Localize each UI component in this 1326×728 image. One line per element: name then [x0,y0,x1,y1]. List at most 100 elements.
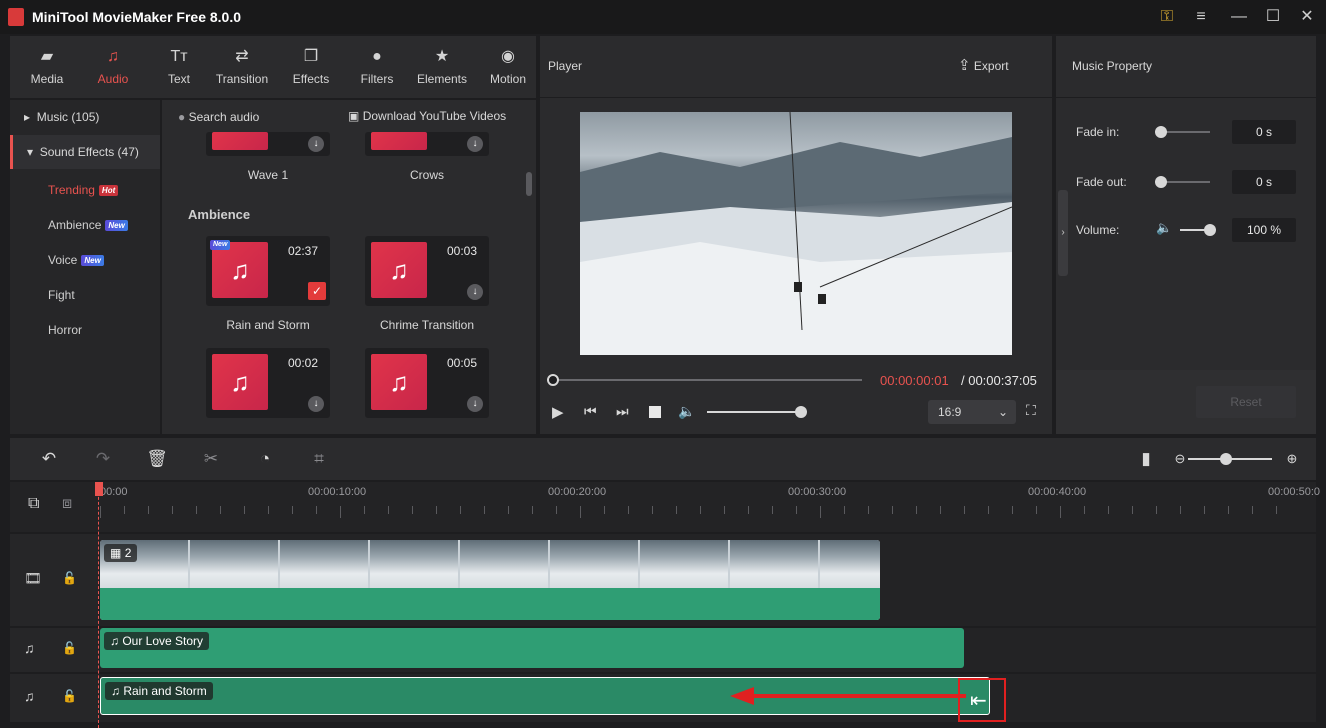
subcategory-horror[interactable]: Horror [48,313,82,347]
ruler-tick [652,506,653,514]
playhead-handle[interactable] [95,482,103,496]
crop-icon[interactable]: ⌗ [307,448,331,470]
audio-card-wave-1[interactable]: ↓ [206,132,330,156]
collapse-panel-handle[interactable]: › [1058,190,1068,276]
ruler-tick [100,506,101,518]
lock-icon[interactable]: 🔓 [62,571,77,585]
video-clip[interactable]: ▦ 2 [100,540,880,620]
minimize-button[interactable]: — [1226,6,1252,28]
audio-card-crows[interactable]: ↓ [365,132,489,156]
lock-icon[interactable]: 🔓 [62,689,77,703]
track-header: ♫ 🔓 [10,628,98,672]
tab-transition[interactable]: ⇄ Transition [210,36,274,98]
film-frame [190,540,278,588]
lock-icon[interactable]: 🔓 [62,641,77,655]
volume-label: Volume: [1076,223,1120,237]
zoom-in-icon[interactable]: ⊕ [1280,448,1304,470]
key-icon[interactable]: ⚿ [1154,6,1180,28]
fade-in-handle[interactable] [1155,126,1167,138]
music-note-icon: ♫ [24,640,35,656]
redo-icon[interactable]: ↷ [91,448,115,470]
tab-media[interactable]: ▰ Media [15,36,79,98]
scrollbar[interactable] [526,172,532,196]
volume-icon[interactable]: 🔈 [678,403,695,420]
seek-handle[interactable] [547,374,559,386]
split-icon[interactable]: ✂ [199,448,223,470]
fade-out-slider[interactable] [1160,181,1210,183]
subcategory-voice[interactable]: Voice New [48,243,104,277]
timeline-ruler[interactable]: ⧉ ⧈ 00:00 00:00:10:00 00:00:20:00 00:00:… [10,482,1320,532]
tab-filters[interactable]: ● Filters [345,36,409,98]
volume-value[interactable]: 100 % [1232,218,1296,242]
category-sound-effects[interactable]: ▾ Sound Effects (47) [10,135,160,169]
ruler-tick [292,506,293,514]
add-track-icon[interactable]: ⧉ [28,495,39,513]
film-frame [820,540,880,588]
volume-handle[interactable] [795,406,807,418]
subcategory-trending[interactable]: Trending Hot [48,173,119,207]
audio-card-name: Wave 1 [247,168,289,182]
player-panel: Player ⇪ Export 00:00:00:01 / 00:00:37:0… [540,36,1052,434]
previous-frame-icon[interactable]: ⏮ [584,403,597,420]
ruler-tick [940,506,941,514]
clip-count-label: ▦ 2 [104,544,138,562]
music-note-icon: ♫ [212,354,268,410]
tab-audio[interactable]: ♫ Audio [81,36,145,98]
film-frame [730,540,818,588]
speed-icon[interactable]: ◔ [253,448,277,470]
play-icon[interactable]: ▶ [552,403,564,421]
fade-in-slider[interactable] [1160,131,1210,133]
aspect-ratio-select[interactable]: 16:9 ⌄ [928,400,1016,424]
undo-icon[interactable]: ↶ [37,448,61,470]
zoom-handle[interactable] [1220,453,1232,465]
reset-button[interactable]: Reset [1196,386,1296,418]
subcategory-fight[interactable]: Fight [48,278,75,312]
download-icon[interactable]: ↓ [467,284,483,300]
stop-icon[interactable] [649,406,661,418]
tab-effects[interactable]: ❐ Effects [279,36,343,98]
audio-card[interactable]: ♫ 00:02 ↓ [206,348,330,418]
ruler-tick [220,506,221,514]
audio-card-chrime-transition[interactable]: ♫ 00:03 ↓ [365,236,489,306]
download-youtube-button[interactable]: ▣ Download YouTube Videos [348,109,506,123]
tab-motion[interactable]: ◉ Motion [476,36,540,98]
remove-track-icon[interactable]: ⧈ [62,495,72,513]
speaker-icon: 🔈 [1156,220,1173,235]
download-icon[interactable]: ↓ [467,136,483,152]
seek-bar[interactable] [552,379,862,381]
fit-timeline-icon[interactable]: ▮ [1134,448,1158,470]
tab-text[interactable]: Tт Text [147,36,211,98]
next-frame-icon[interactable]: ⏭ [616,403,629,420]
ruler-tick [556,506,557,514]
close-button[interactable]: ✕ [1294,6,1320,28]
ruler-tick [676,506,677,514]
search-audio-input[interactable]: ● Search audio [178,110,259,124]
ruler-tick [484,506,485,514]
delete-icon[interactable]: 🗑 [145,448,169,470]
ruler-tick [748,506,749,514]
film-frame [550,540,638,588]
fade-out-value[interactable]: 0 s [1232,170,1296,194]
fade-out-handle[interactable] [1155,176,1167,188]
trim-handle-highlight[interactable]: ⇤ [958,678,1006,722]
menu-icon[interactable]: ≡ [1188,6,1214,28]
audio-clip-our-love-story[interactable]: ♫ Our Love Story [100,628,964,668]
export-button[interactable]: ⇪ Export [958,56,1009,74]
fullscreen-icon[interactable]: ⛶ [1026,402,1036,419]
tab-elements[interactable]: ★ Elements [410,36,474,98]
subcategory-ambience[interactable]: Ambience New [48,208,128,242]
download-icon[interactable]: ↓ [467,396,483,412]
volume-slider[interactable] [707,411,801,413]
maximize-button[interactable]: ☐ [1260,6,1286,28]
volume-handle[interactable] [1204,224,1216,236]
video-frame [580,112,1012,355]
fade-in-value[interactable]: 0 s [1232,120,1296,144]
checkmark-icon[interactable]: ✓ [308,282,326,300]
playhead[interactable] [98,482,99,728]
download-icon[interactable]: ↓ [308,136,324,152]
duration: 00:02 [287,356,318,370]
category-music[interactable]: ▸ Music (105) [10,100,160,134]
audio-card[interactable]: ♫ 00:05 ↓ [365,348,489,418]
audio-card-rain-and-storm[interactable]: ♫ New 02:37 ✓ [206,236,330,306]
download-icon[interactable]: ↓ [308,396,324,412]
